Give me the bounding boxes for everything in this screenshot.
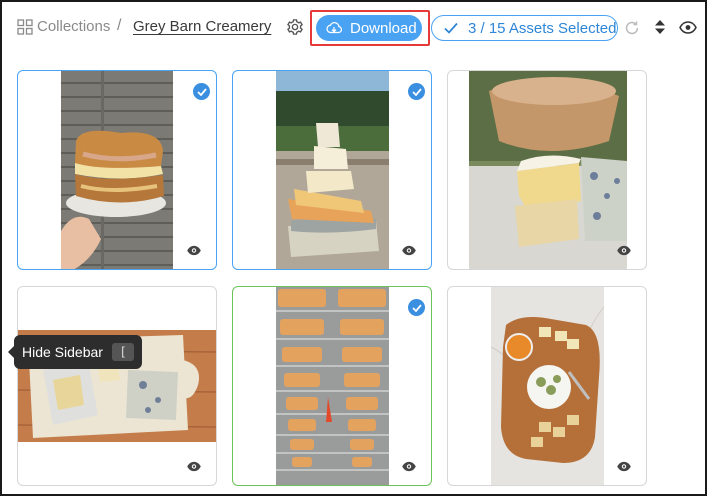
eye-icon[interactable]	[616, 245, 632, 256]
asset-image	[61, 71, 173, 269]
hide-sidebar-tooltip: Hide Sidebar [	[8, 335, 142, 369]
asset-image	[469, 71, 627, 269]
eye-icon[interactable]	[401, 461, 417, 472]
asset-card[interactable]	[447, 286, 647, 486]
download-label: Download	[350, 19, 417, 37]
asset-image	[276, 71, 389, 269]
breadcrumb-separator: /	[117, 17, 122, 34]
eye-icon[interactable]	[401, 245, 417, 256]
selected-check-icon[interactable]	[408, 299, 425, 316]
asset-thumbnail[interactable]	[276, 287, 389, 485]
asset-card[interactable]	[17, 286, 217, 486]
toolbar: Collections / Grey Barn Creamery Downloa…	[2, 2, 705, 54]
check-icon	[444, 22, 458, 34]
asset-card[interactable]	[232, 70, 432, 270]
asset-thumbnail[interactable]	[61, 71, 173, 269]
asset-card[interactable]	[17, 70, 217, 270]
asset-card[interactable]	[447, 70, 647, 270]
refresh-icon[interactable]	[624, 20, 640, 36]
selected-check-icon[interactable]	[193, 83, 210, 100]
breadcrumb-collections[interactable]: Collections	[37, 18, 110, 35]
asset-image	[276, 287, 389, 485]
eye-icon[interactable]	[186, 245, 202, 256]
asset-thumbnail[interactable]	[276, 71, 389, 269]
eye-icon[interactable]	[679, 21, 697, 34]
assets-selected-toggle[interactable]: 3 / 15 Assets Selected	[431, 15, 618, 41]
gear-icon[interactable]	[286, 18, 304, 36]
breadcrumb-current-collection[interactable]: Grey Barn Creamery	[133, 18, 271, 35]
asset-thumbnail[interactable]	[469, 71, 627, 269]
tooltip-label: Hide Sidebar	[22, 344, 103, 360]
eye-icon[interactable]	[616, 461, 632, 472]
cloud-download-icon	[326, 22, 343, 34]
download-button[interactable]: Download	[316, 15, 422, 41]
app-window: Collections / Grey Barn Creamery Downloa…	[0, 0, 707, 496]
sort-icon[interactable]	[654, 19, 666, 35]
asset-image	[491, 287, 604, 485]
assets-selected-label: 3 / 15 Assets Selected	[468, 19, 617, 37]
eye-icon[interactable]	[186, 461, 202, 472]
asset-thumbnail[interactable]	[491, 287, 604, 485]
selected-check-icon[interactable]	[408, 83, 425, 100]
grid-icon[interactable]	[17, 19, 33, 35]
tooltip-shortcut: [	[112, 343, 134, 361]
asset-card[interactable]	[232, 286, 432, 486]
